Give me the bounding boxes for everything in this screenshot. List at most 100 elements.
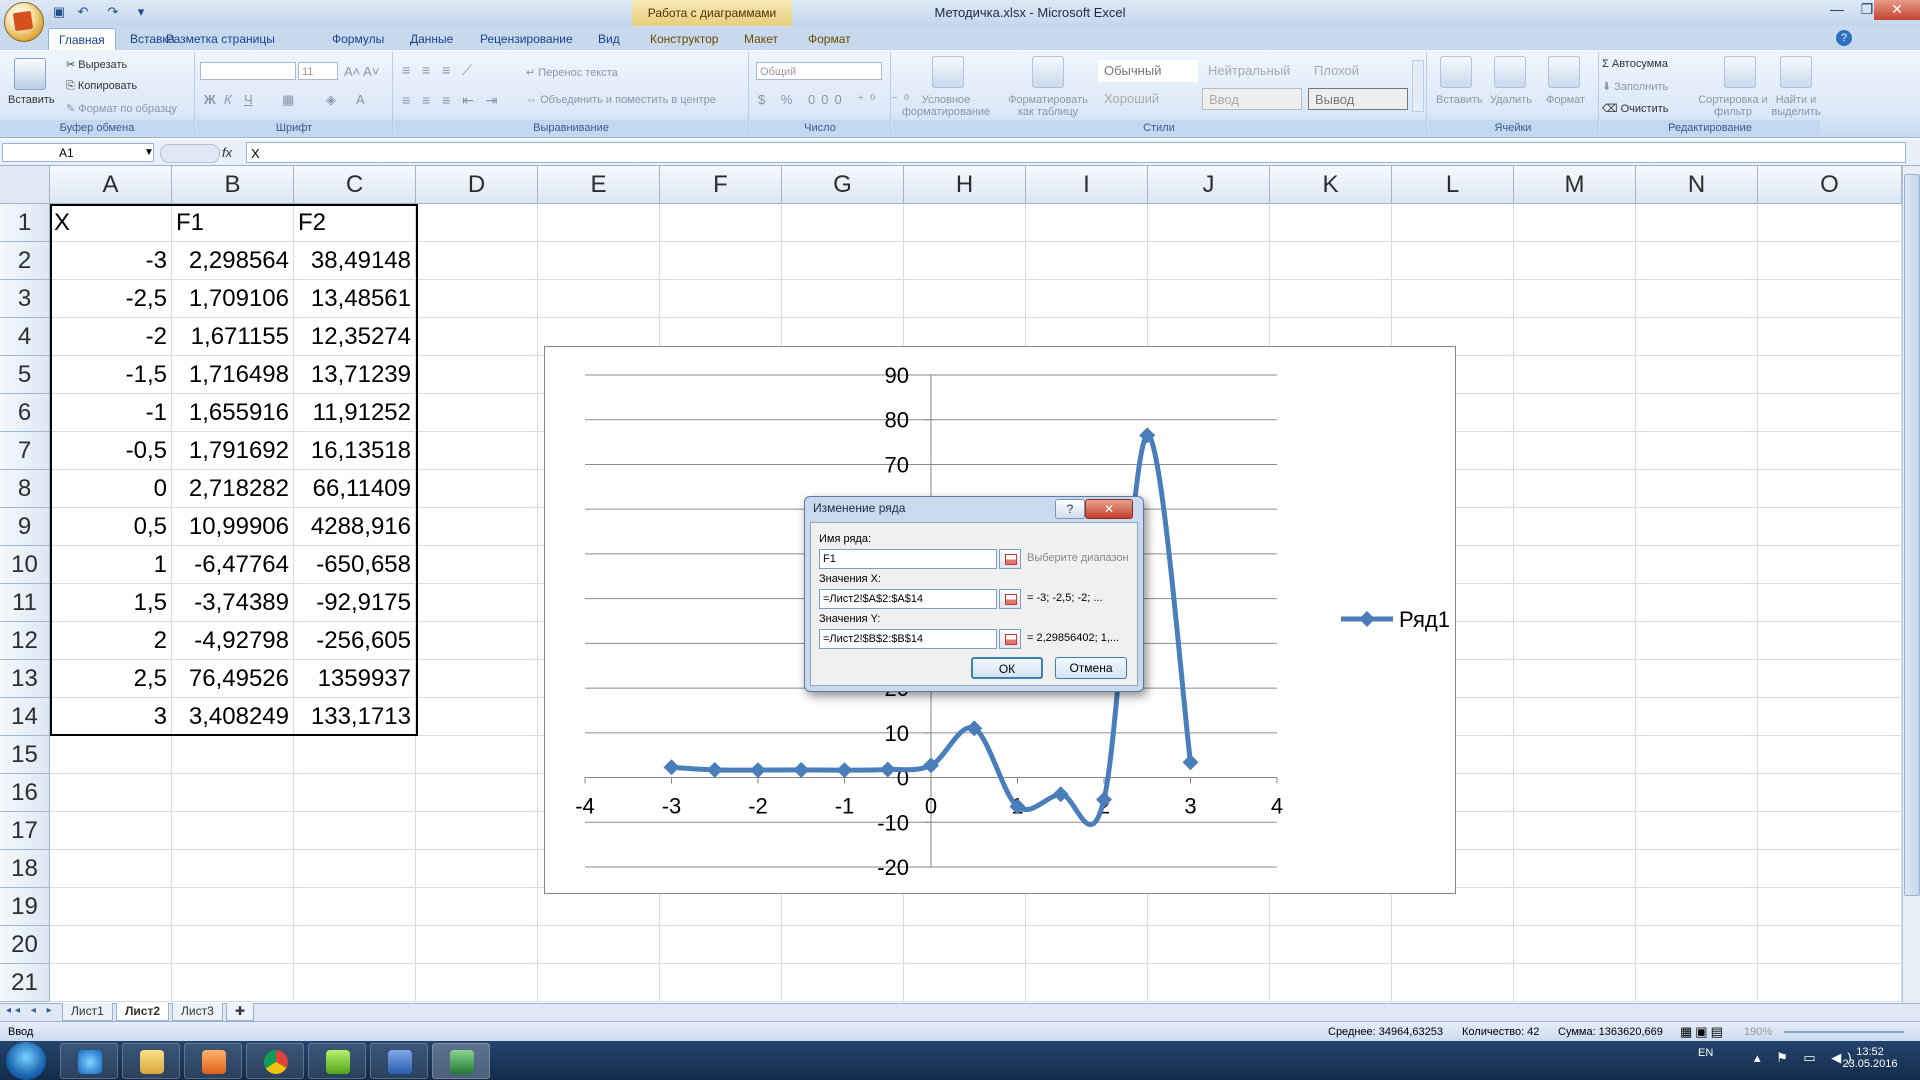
cell-F2[interactable] xyxy=(660,242,782,280)
cell-C20[interactable] xyxy=(294,926,416,964)
conditional-format-button[interactable]: Условное форматирование xyxy=(896,94,996,118)
cell-A17[interactable] xyxy=(50,812,172,850)
cell-N1[interactable] xyxy=(1636,204,1758,242)
row-header-21[interactable]: 21 xyxy=(0,964,50,1002)
cell-M13[interactable] xyxy=(1514,660,1636,698)
font-size-select[interactable]: 11 xyxy=(298,62,338,80)
sheet-tab-1[interactable]: Лист1 xyxy=(62,1003,113,1021)
cell-B12[interactable]: -4,92798 xyxy=(172,622,294,660)
cell-D17[interactable] xyxy=(416,812,538,850)
zoom-slider[interactable] xyxy=(1784,1031,1904,1033)
cell-E20[interactable] xyxy=(538,926,660,964)
row-header-13[interactable]: 13 xyxy=(0,660,50,698)
style-normal[interactable]: Обычный xyxy=(1098,60,1198,82)
formula-input[interactable]: X xyxy=(246,142,1906,163)
name-box[interactable]: A1 xyxy=(2,143,154,162)
fill-color-icon[interactable]: ◈ xyxy=(326,92,336,108)
cell-C7[interactable]: 16,13518 xyxy=(294,432,416,470)
cell-C6[interactable]: 11,91252 xyxy=(294,394,416,432)
cell-O6[interactable] xyxy=(1758,394,1902,432)
cell-M5[interactable] xyxy=(1514,356,1636,394)
cell-B2[interactable]: 2,298564 xyxy=(172,242,294,280)
cell-A16[interactable] xyxy=(50,774,172,812)
insert-cells-button[interactable]: Вставить xyxy=(1436,94,1483,106)
row-header-3[interactable]: 3 xyxy=(0,280,50,318)
cell-B19[interactable] xyxy=(172,888,294,926)
minimize-button[interactable]: — xyxy=(1822,0,1852,20)
cell-I2[interactable] xyxy=(1026,242,1148,280)
cell-O9[interactable] xyxy=(1758,508,1902,546)
cell-D13[interactable] xyxy=(416,660,538,698)
cell-B9[interactable]: 10,99906 xyxy=(172,508,294,546)
cell-A20[interactable] xyxy=(50,926,172,964)
row-header-18[interactable]: 18 xyxy=(0,850,50,888)
sheet-tab-3[interactable]: Лист3 xyxy=(172,1003,223,1021)
vertical-align-icons[interactable]: ≡ ≡ ≡ ⟋ xyxy=(402,62,476,79)
x-values-input[interactable]: =Лист2!$A$2:$A$14 xyxy=(819,589,997,609)
cell-B6[interactable]: 1,655916 xyxy=(172,394,294,432)
cell-D9[interactable] xyxy=(416,508,538,546)
tab-page-layout[interactable]: Разметка страницы xyxy=(156,28,285,50)
cancel-button[interactable]: Отмена xyxy=(1055,657,1127,679)
column-header-G[interactable]: G xyxy=(782,166,904,204)
style-neutral[interactable]: Нейтральный xyxy=(1202,60,1304,82)
tab-review[interactable]: Рецензирование xyxy=(470,28,583,50)
cell-K21[interactable] xyxy=(1270,964,1392,1002)
column-header-N[interactable]: N xyxy=(1636,166,1758,204)
autosum-button[interactable]: Σ Автосумма xyxy=(1602,58,1668,70)
column-header-K[interactable]: K xyxy=(1270,166,1392,204)
horizontal-align-icons[interactable]: ≡ ≡ ≡ ⇤ ⇥ xyxy=(402,92,502,109)
underline-button[interactable]: Ч xyxy=(244,92,253,107)
cell-B11[interactable]: -3,74389 xyxy=(172,584,294,622)
series-name-input[interactable]: F1 xyxy=(819,549,997,569)
cell-J2[interactable] xyxy=(1148,242,1270,280)
zoom-level[interactable]: 190% xyxy=(1744,1022,1772,1042)
cell-N4[interactable] xyxy=(1636,318,1758,356)
cell-O12[interactable] xyxy=(1758,622,1902,660)
row-header-11[interactable]: 11 xyxy=(0,584,50,622)
row-header-9[interactable]: 9 xyxy=(0,508,50,546)
cell-C3[interactable]: 13,48561 xyxy=(294,280,416,318)
cell-M7[interactable] xyxy=(1514,432,1636,470)
number-format-select[interactable]: Общий xyxy=(756,62,882,80)
cell-A15[interactable] xyxy=(50,736,172,774)
cell-C18[interactable] xyxy=(294,850,416,888)
cell-I1[interactable] xyxy=(1026,204,1148,242)
cell-D7[interactable] xyxy=(416,432,538,470)
style-output[interactable]: Вывод xyxy=(1308,88,1408,110)
taskbar-media[interactable] xyxy=(184,1043,242,1079)
cell-O8[interactable] xyxy=(1758,470,1902,508)
cell-B1[interactable]: F1 xyxy=(172,204,294,242)
office-button[interactable] xyxy=(4,2,44,42)
cell-A5[interactable]: -1,5 xyxy=(50,356,172,394)
x-values-range-icon[interactable] xyxy=(999,589,1021,609)
row-header-4[interactable]: 4 xyxy=(0,318,50,356)
cell-M14[interactable] xyxy=(1514,698,1636,736)
vertical-scroll-thumb[interactable] xyxy=(1904,174,1920,896)
cell-F20[interactable] xyxy=(660,926,782,964)
cell-K3[interactable] xyxy=(1270,280,1392,318)
cut-button[interactable]: ✂ Вырезать xyxy=(66,58,127,71)
cell-M19[interactable] xyxy=(1514,888,1636,926)
cell-A9[interactable]: 0,5 xyxy=(50,508,172,546)
row-header-17[interactable]: 17 xyxy=(0,812,50,850)
undo-icon[interactable]: ↶ xyxy=(74,4,92,20)
cell-H3[interactable] xyxy=(904,280,1026,318)
cell-H20[interactable] xyxy=(904,926,1026,964)
taskbar-chrome[interactable] xyxy=(246,1043,304,1079)
wrap-text-button[interactable]: ↵ Перенос текста xyxy=(526,66,618,79)
cell-A4[interactable]: -2 xyxy=(50,318,172,356)
cell-N5[interactable] xyxy=(1636,356,1758,394)
cell-O11[interactable] xyxy=(1758,584,1902,622)
cell-L3[interactable] xyxy=(1392,280,1514,318)
delete-cells-button[interactable]: Удалить xyxy=(1490,94,1532,106)
cell-K20[interactable] xyxy=(1270,926,1392,964)
cell-B3[interactable]: 1,709106 xyxy=(172,280,294,318)
tab-data[interactable]: Данные xyxy=(400,28,463,50)
bold-button[interactable]: Ж xyxy=(204,92,216,107)
cell-O7[interactable] xyxy=(1758,432,1902,470)
cell-M16[interactable] xyxy=(1514,774,1636,812)
column-header-C[interactable]: C xyxy=(294,166,416,204)
tab-design[interactable]: Конструктор xyxy=(640,28,728,50)
cell-N19[interactable] xyxy=(1636,888,1758,926)
